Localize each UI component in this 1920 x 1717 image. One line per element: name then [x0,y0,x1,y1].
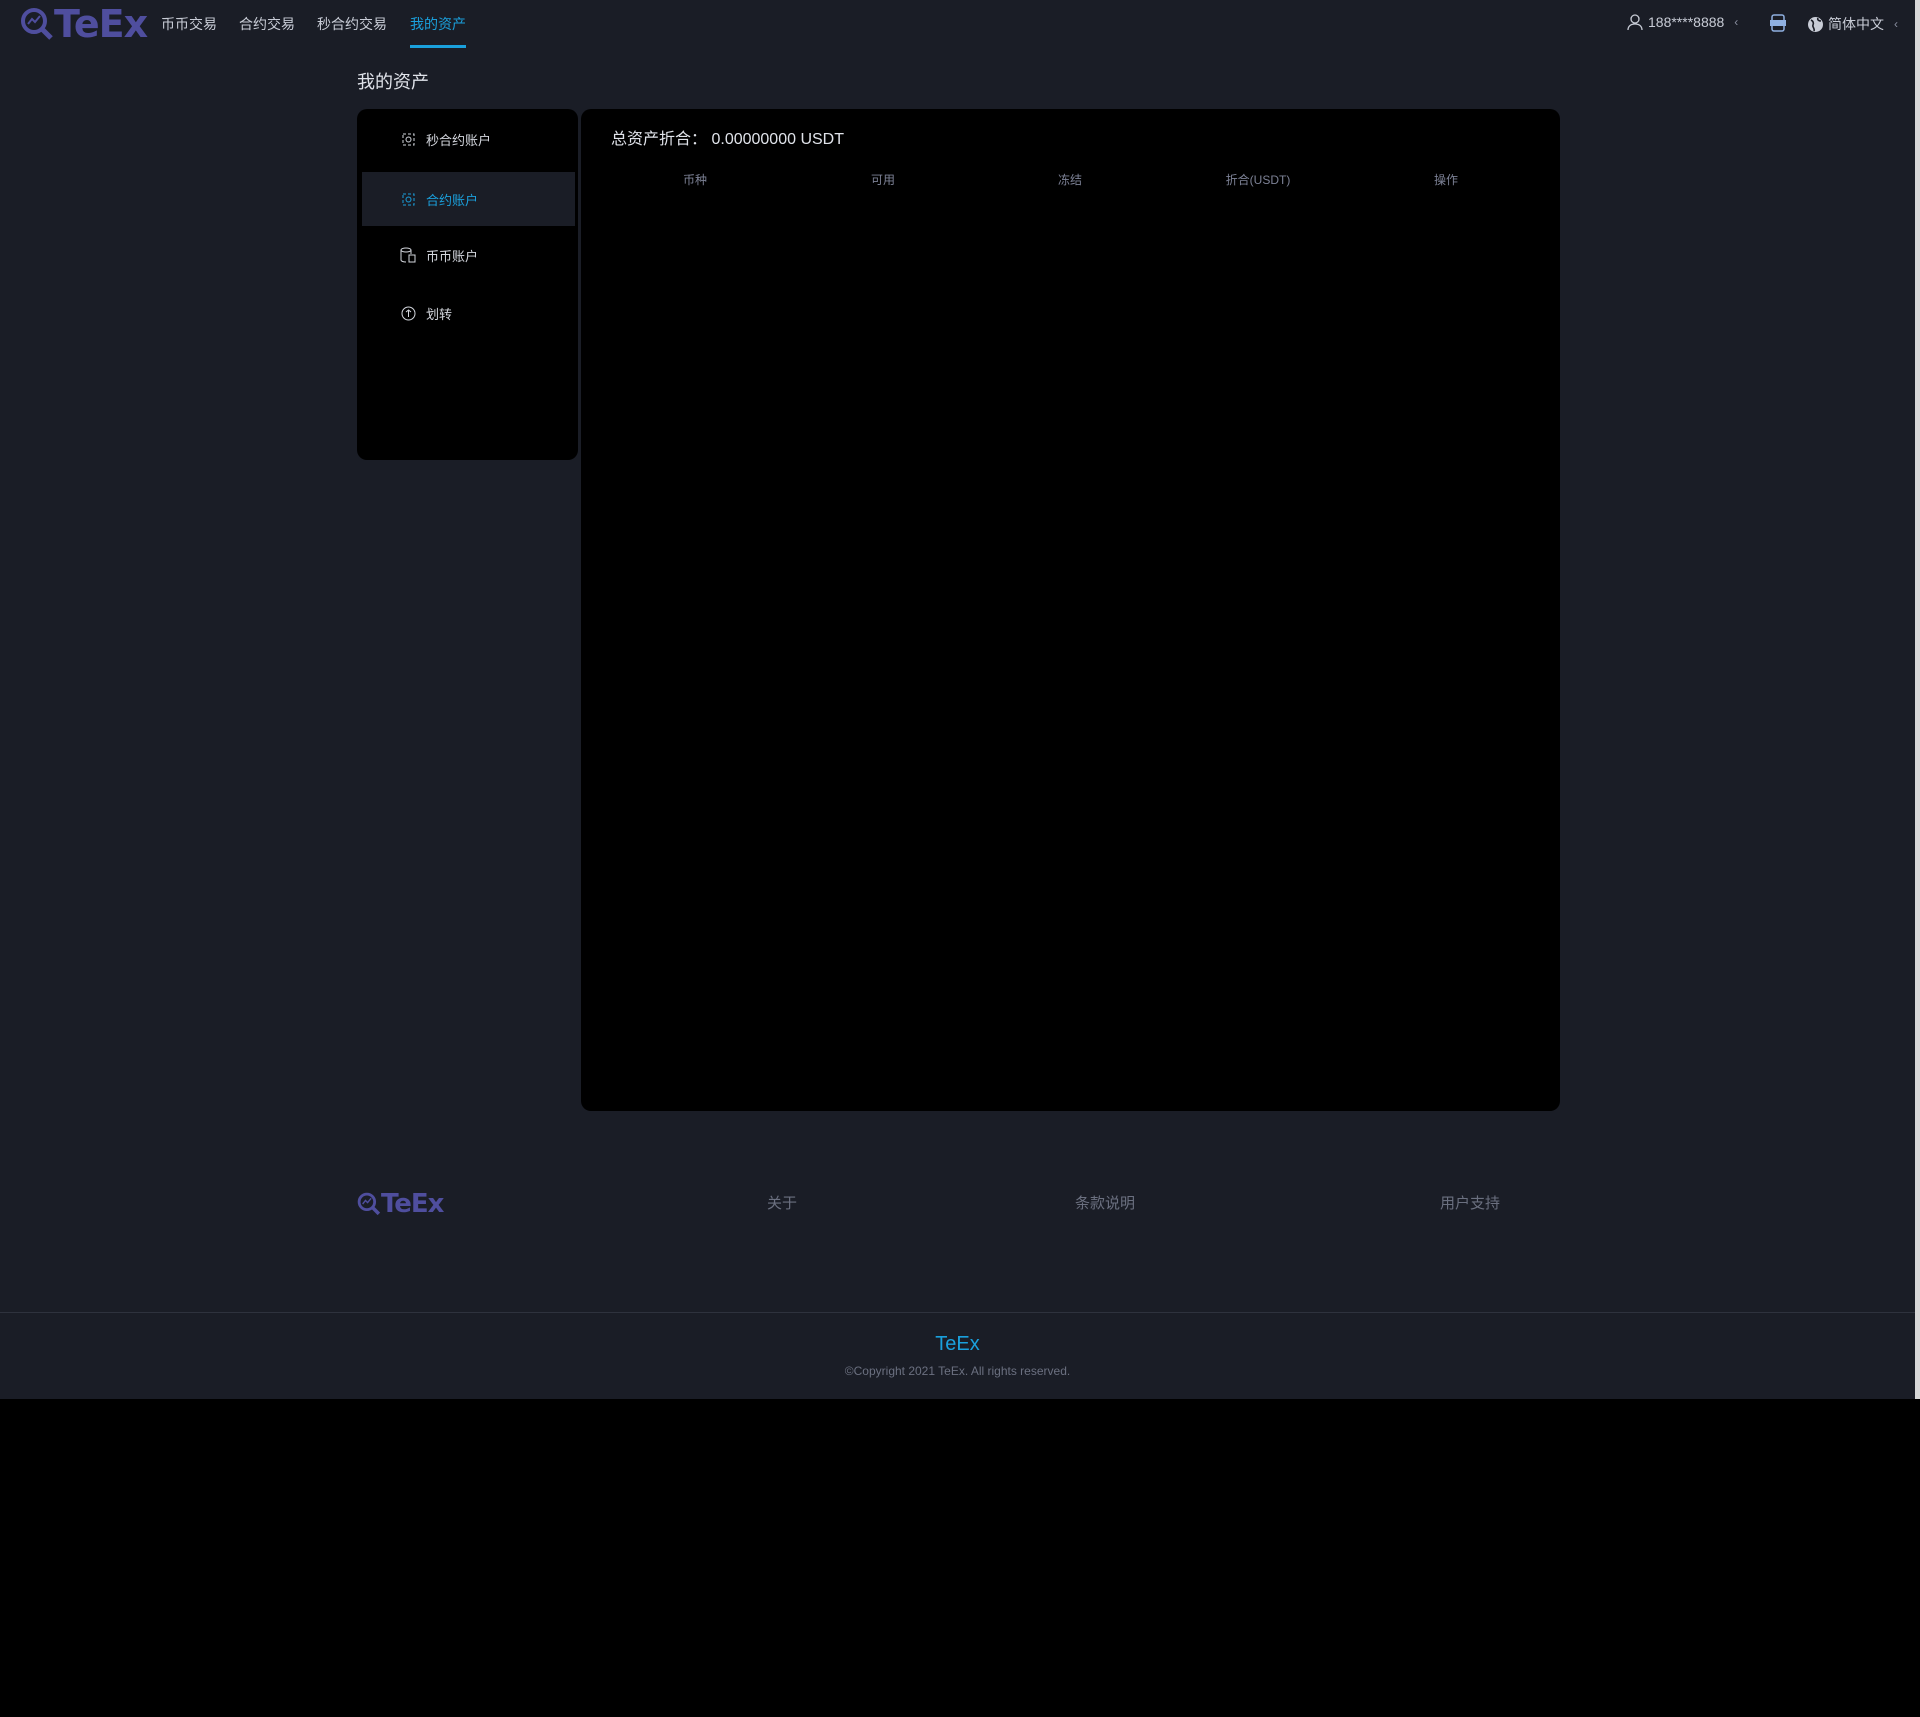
logo-magnifier-icon [357,1192,381,1216]
copyright: ©Copyright 2021 TeEx. All rights reserve… [844,1364,1071,1378]
sidebar-item-label: 币币账户 [426,248,479,264]
footer-link-terms[interactable]: 条款说明 [1075,1192,1135,1213]
page: TeEx 币币交易 合约交易 秒合约交易 我的资产 188****8888 ‹ … [0,0,1920,1399]
scrollbar[interactable] [1915,0,1920,1399]
page-title: 我的资产 [357,72,429,92]
chevron-left-icon: ‹ [1734,15,1739,29]
app-download-button[interactable] [1770,14,1786,32]
database-icon [400,247,416,263]
column-header-available: 可用 [870,173,895,187]
total-assets-value: 0.00000000 USDT [711,131,844,148]
sidebar-item-label: 秒合约账户 [426,132,492,148]
user-menu[interactable]: 188****8888 ‹ [1627,14,1738,30]
chevron-left-icon: ‹ [1894,17,1898,31]
footer-link-support[interactable]: 用户支持 [1440,1192,1500,1213]
language-selector[interactable]: 简体中文 ‹ [1807,14,1898,34]
column-header-usdt-value: 折合(USDT) [1225,173,1291,187]
logo-text: TeEx [381,1189,444,1219]
transfer-icon [400,305,416,321]
user-icon [1627,14,1643,30]
footer-divider [0,1312,1915,1313]
sidebar-item-transfer[interactable]: 划转 [362,286,575,340]
contract-icon [400,131,416,147]
globe-icon [1808,16,1823,32]
nav-spot-trading[interactable]: 币币交易 [161,14,217,48]
column-header-frozen: 冻结 [1057,173,1082,187]
app-icon [1770,14,1786,32]
logo[interactable]: TeEx [20,2,148,46]
top-nav: TeEx 币币交易 合约交易 秒合约交易 我的资产 188****8888 ‹ … [0,0,1915,58]
sidebar-item-spot-account[interactable]: 币币账户 [362,228,575,282]
footer-logo[interactable]: TeEx [357,1189,444,1219]
contract-icon [400,191,416,207]
sidebar-item-label: 划转 [426,306,453,322]
user-phone: 188****8888 [1648,14,1725,30]
column-header-actions: 操作 [1433,173,1458,187]
total-assets: 总资产折合： 0.00000000 USDT [611,125,844,149]
assets-panel: 总资产折合： 0.00000000 USDT 币种 可用 冻结 折合(USDT)… [581,109,1560,1111]
account-sidebar: 秒合约账户 合约账户 币币账户 划转 [357,109,578,460]
language-label: 简体中文 [1828,16,1884,32]
column-header-currency: 币种 [682,173,707,187]
logo-magnifier-icon [21,8,53,40]
sidebar-item-label: 合约账户 [426,192,479,208]
sidebar-item-second-contract-account[interactable]: 秒合约账户 [362,112,575,166]
nav-my-assets[interactable]: 我的资产 [410,14,466,48]
logo-text: TeEx [54,2,148,46]
nav-contract-trading[interactable]: 合约交易 [239,14,295,48]
footer-link-about[interactable]: 关于 [767,1192,797,1213]
nav-second-contract[interactable]: 秒合约交易 [317,14,387,48]
sidebar-item-contract-account[interactable]: 合约账户 [362,172,575,226]
footer-brand: TeEx [935,1333,980,1355]
total-assets-label: 总资产折合： [611,131,708,148]
